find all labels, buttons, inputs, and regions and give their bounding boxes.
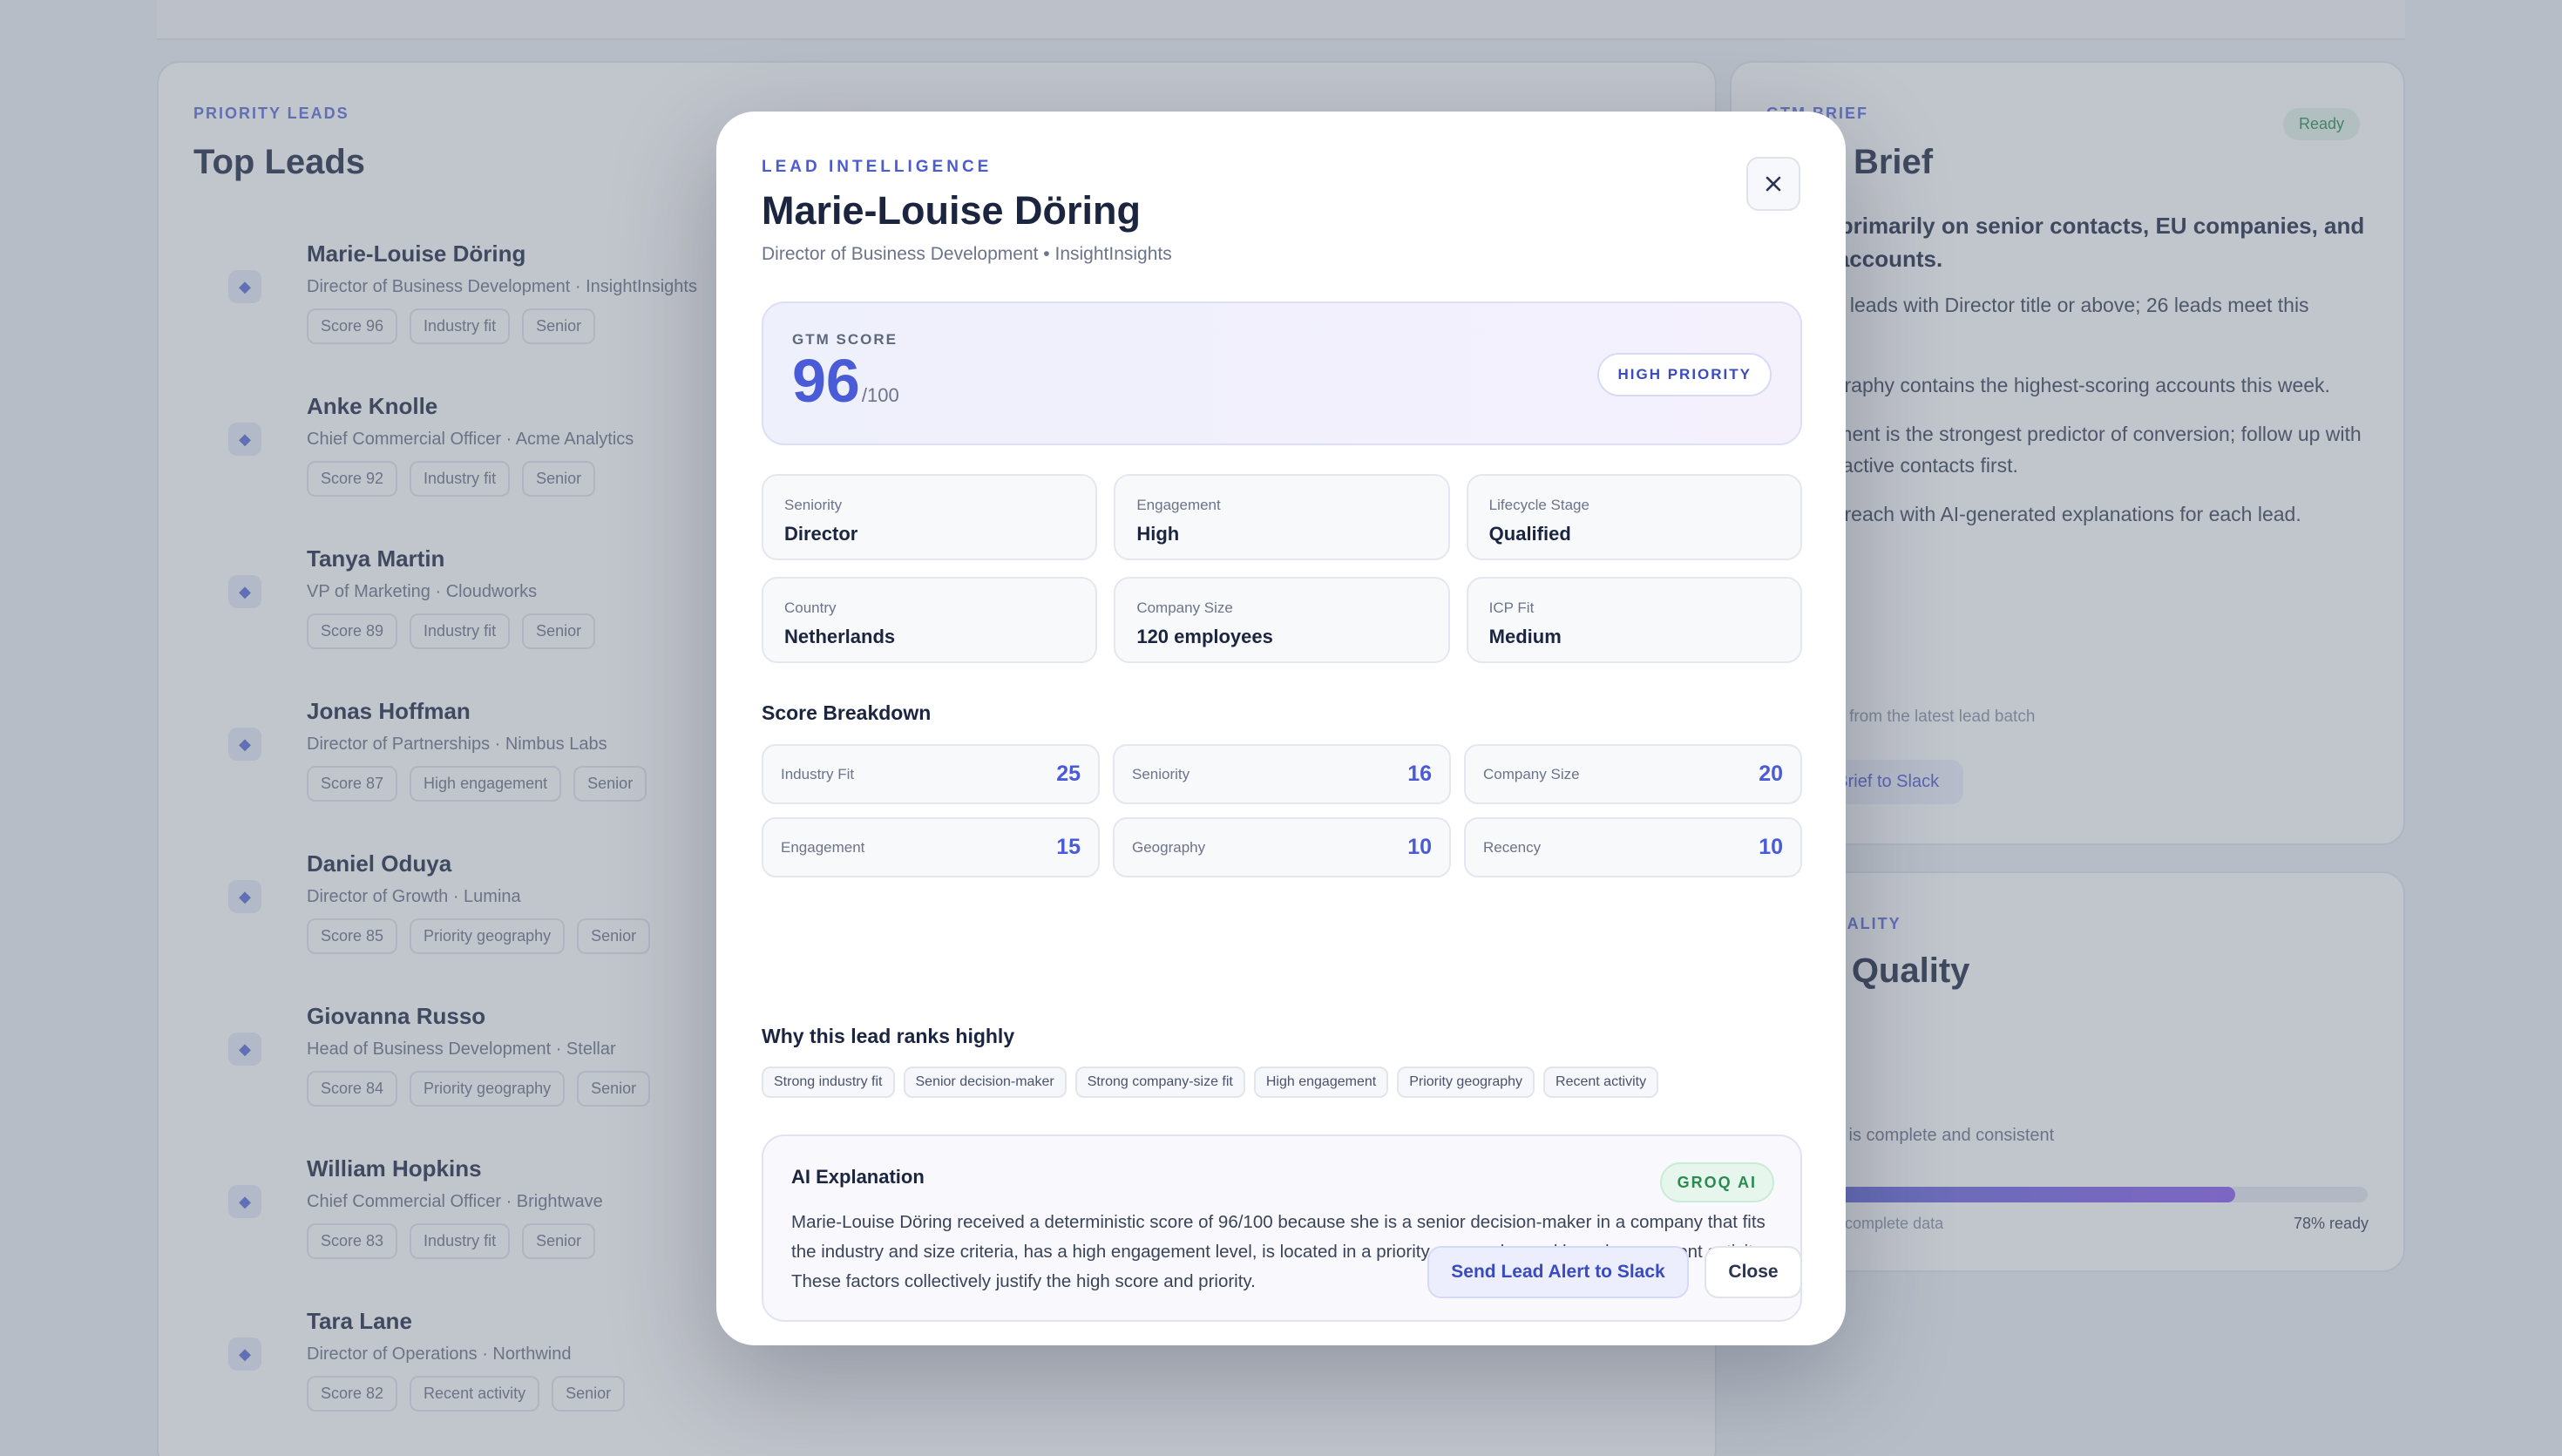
- fact-engagement: Engagement High: [1114, 474, 1450, 560]
- fact-label: Company Size: [1136, 599, 1233, 616]
- ai-provider-badge: GROQ AI: [1659, 1162, 1774, 1202]
- breakdown-label: Engagement: [781, 838, 865, 856]
- close-icon: [1766, 176, 1781, 192]
- breakdown-engagement: Engagement 15: [762, 817, 1100, 877]
- fact-label: Lifecycle Stage: [1488, 497, 1589, 513]
- fact-value: Netherlands: [784, 626, 896, 647]
- breakdown-geography: Geography 10: [1113, 817, 1451, 877]
- score-max: /100: [861, 384, 899, 406]
- breakdown-value: 25: [1056, 762, 1081, 786]
- score-breakdown-title: Score Breakdown: [762, 701, 932, 724]
- ai-explanation-title: AI Explanation: [791, 1166, 925, 1188]
- fact-company-size: Company Size 120 employees: [1114, 577, 1450, 663]
- score-number: 96: [792, 347, 860, 415]
- close-button[interactable]: Close: [1705, 1246, 1802, 1298]
- fact-lifecycle-stage: Lifecycle Stage Qualified: [1466, 474, 1802, 560]
- breakdown-label: Recency: [1483, 838, 1542, 856]
- reason-tag: High engagement: [1253, 1067, 1389, 1098]
- fact-label: Seniority: [784, 497, 843, 513]
- lead-name: Marie-Louise Döring: [762, 188, 1142, 233]
- modal-close-button[interactable]: [1746, 157, 1800, 211]
- reason-tag: Priority geography: [1397, 1067, 1535, 1098]
- gtm-score-card: GTM SCORE 96 /100 HIGH PRIORITY: [762, 301, 1802, 445]
- breakdown-value: 20: [1759, 762, 1783, 786]
- reason-tag: Senior decision-maker: [903, 1067, 1067, 1098]
- modal-kicker: LEAD INTELLIGENCE: [762, 158, 993, 176]
- fact-value: 120 employees: [1136, 626, 1273, 647]
- fact-country: Country Netherlands: [762, 577, 1098, 663]
- breakdown-industry-fit: Industry Fit 25: [762, 744, 1100, 804]
- fact-label: Engagement: [1136, 497, 1221, 513]
- score-breakdown-grid: Industry Fit 25 Seniority 16 Company Siz…: [762, 744, 1802, 877]
- gtm-score-value: 96 /100: [792, 350, 899, 411]
- gtm-score-label: GTM SCORE: [792, 331, 898, 348]
- why-ranks-title: Why this lead ranks highly: [762, 1025, 1015, 1047]
- reason-tag: Strong industry fit: [762, 1067, 895, 1098]
- lead-intelligence-modal: LEAD INTELLIGENCE Marie-Louise Döring Di…: [716, 112, 1846, 1345]
- breakdown-value: 10: [1407, 835, 1432, 859]
- lead-role-company: Director of Business Development • Insig…: [762, 244, 1172, 264]
- breakdown-company-size: Company Size 20: [1464, 744, 1802, 804]
- breakdown-label: Geography: [1132, 838, 1206, 856]
- reason-tag: Recent activity: [1543, 1067, 1659, 1098]
- fact-label: ICP Fit: [1488, 599, 1535, 616]
- reason-tag: Strong company-size fit: [1074, 1067, 1245, 1098]
- fact-seniority: Seniority Director: [762, 474, 1098, 560]
- breakdown-value: 15: [1056, 835, 1081, 859]
- breakdown-label: Company Size: [1483, 765, 1580, 782]
- send-lead-alert-button[interactable]: Send Lead Alert to Slack: [1427, 1246, 1689, 1298]
- lead-facts-grid: Seniority Director Engagement High Lifec…: [762, 474, 1802, 663]
- breakdown-label: Seniority: [1132, 765, 1190, 782]
- breakdown-seniority: Seniority 16: [1113, 744, 1451, 804]
- fact-value: High: [1136, 523, 1180, 545]
- fact-label: Country: [784, 599, 837, 616]
- fact-value: Qualified: [1488, 523, 1571, 545]
- fact-value: Director: [784, 523, 858, 545]
- breakdown-value: 10: [1759, 835, 1783, 859]
- priority-badge: HIGH PRIORITY: [1597, 353, 1772, 396]
- fact-value: Medium: [1488, 626, 1562, 647]
- breakdown-value: 16: [1407, 762, 1432, 786]
- reason-tags: Strong industry fit Senior decision-make…: [762, 1067, 1659, 1098]
- fact-icp-fit: ICP Fit Medium: [1466, 577, 1802, 663]
- breakdown-label: Industry Fit: [781, 765, 855, 782]
- breakdown-recency: Recency 10: [1464, 817, 1802, 877]
